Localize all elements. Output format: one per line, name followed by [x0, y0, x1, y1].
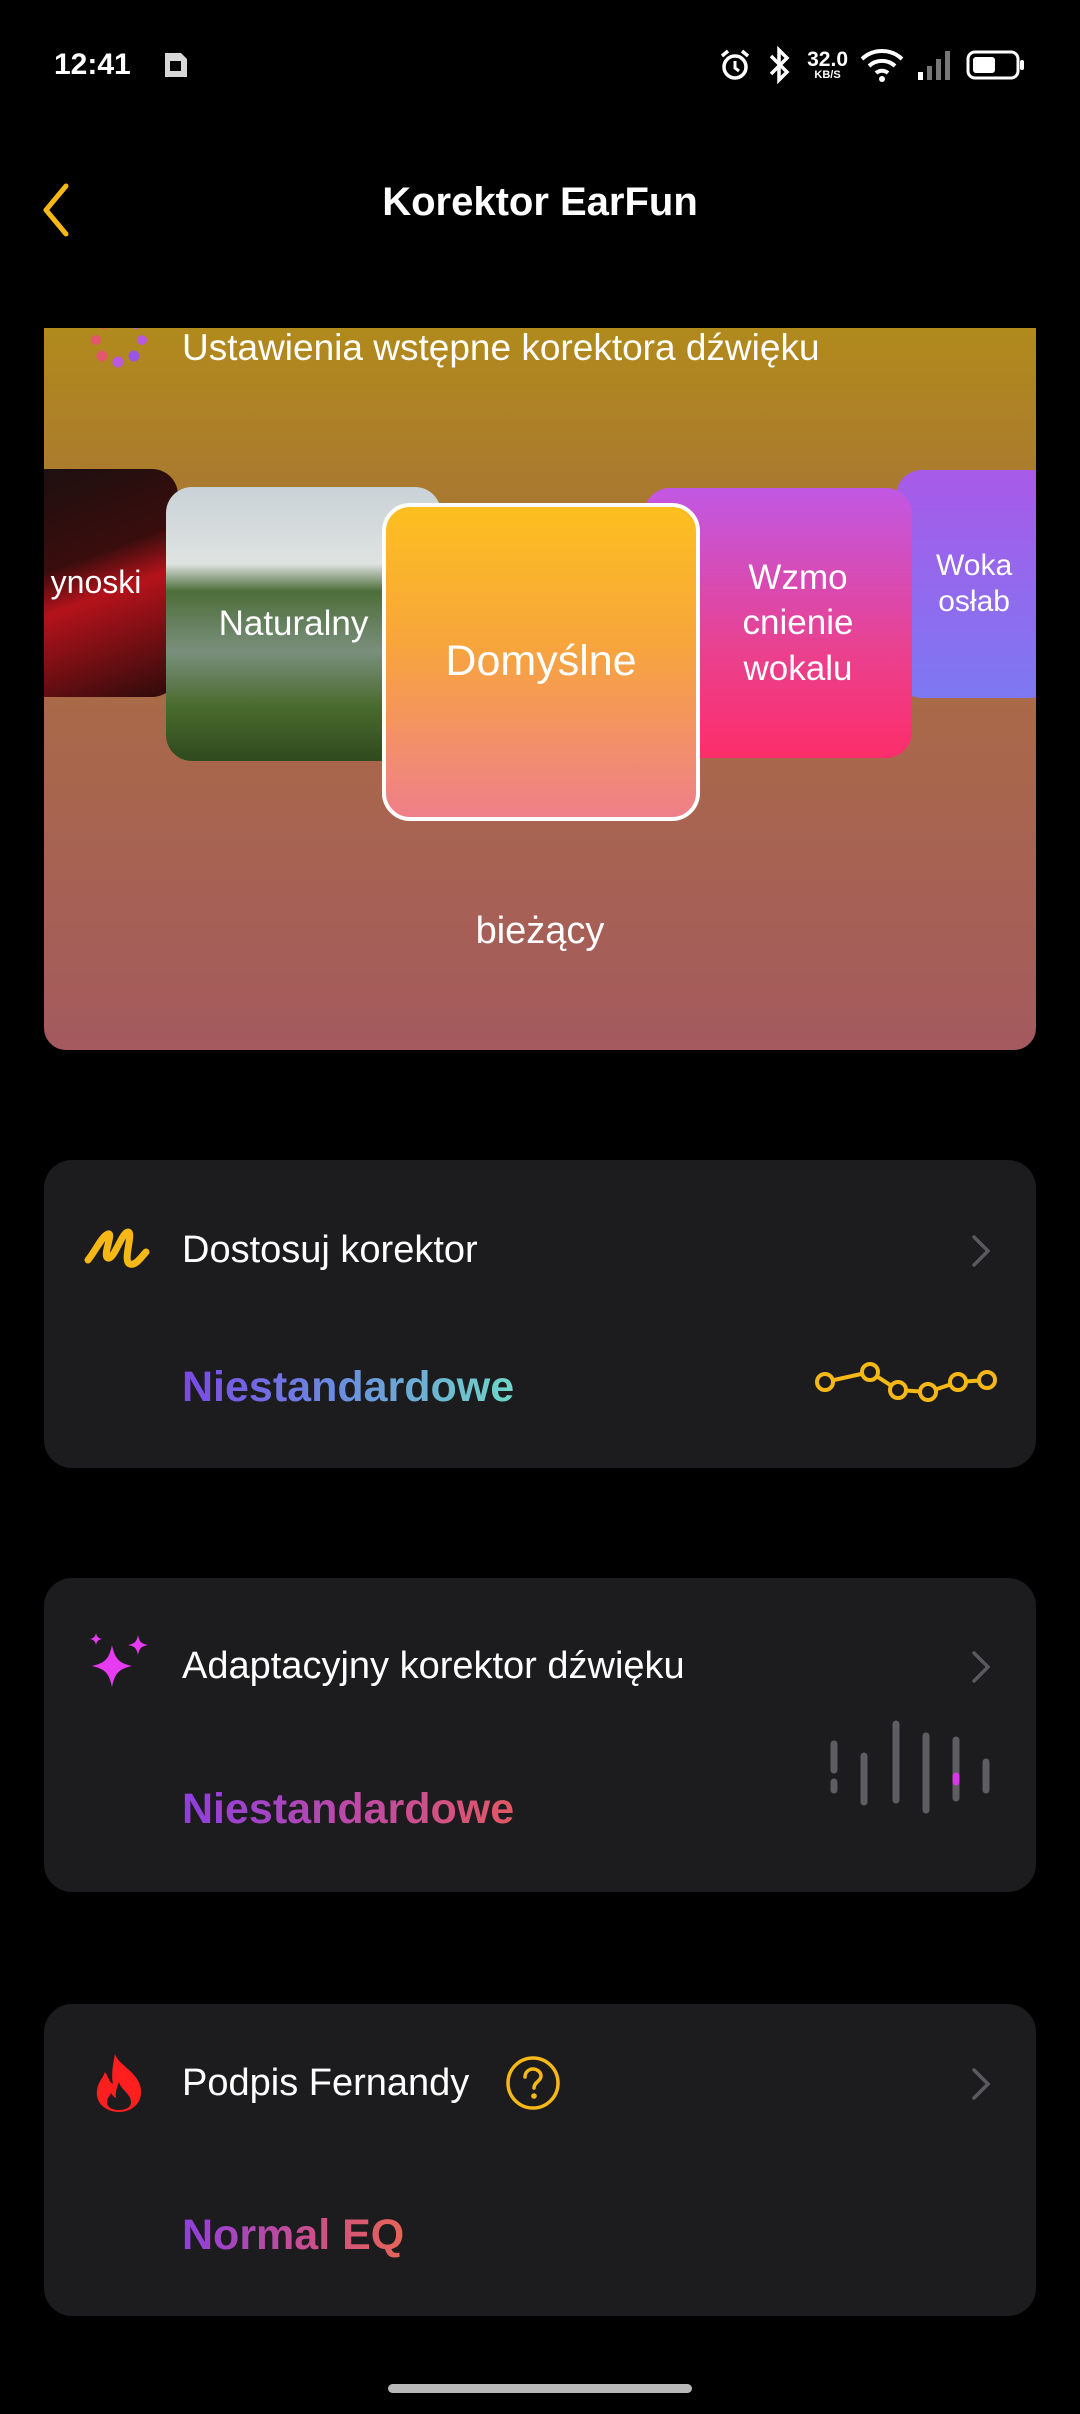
- chevron-right-icon: [972, 1651, 991, 1683]
- adaptive-eq-title: Adaptacyjny korektor dźwięku: [182, 1644, 685, 1687]
- eq-presets-header: Ustawienia wstępne korektora dźwięku: [84, 328, 820, 368]
- bluetooth-icon: [769, 46, 790, 84]
- preset-tile-label: Woka osłab: [936, 549, 1013, 618]
- alarm-icon: [721, 49, 750, 80]
- network-speed-unit: KB/S: [814, 69, 841, 81]
- header: Korektor EarFun: [0, 150, 1080, 260]
- adaptive-eq-value: Niestandardowe: [182, 1785, 515, 1833]
- chevron-right-icon: [972, 2068, 991, 2100]
- squiggle-icon: [84, 1215, 154, 1285]
- sparkle-icon: [84, 1631, 154, 1701]
- network-speed-value: 32.0: [807, 48, 848, 71]
- eq-curve-icon: [815, 1362, 997, 1402]
- signal-icon: [918, 51, 950, 80]
- preset-tile-label: ynoski: [50, 564, 142, 601]
- status-bar: 12:41 32.0 KB/S: [0, 0, 1080, 130]
- preset-tile-vocal-reduce[interactable]: Woka osłab: [896, 470, 1036, 698]
- signature-title: Podpis Fernandy: [182, 2061, 470, 2104]
- status-left: 12:41: [54, 48, 191, 82]
- loading-dots-icon: [91, 328, 147, 368]
- preset-tile-label: Domyślne: [445, 637, 637, 686]
- adaptive-eq-card[interactable]: Adaptacyjny korektor dźwięku Niestandard…: [44, 1578, 1036, 1892]
- current-preset-label: bieżący: [475, 910, 605, 952]
- custom-eq-value: Niestandardowe: [182, 1363, 515, 1411]
- sim-card-icon: [164, 53, 187, 77]
- chevron-right-icon: [972, 1235, 991, 1267]
- home-indicator[interactable]: [388, 2384, 692, 2393]
- adaptive-eq-row: Adaptacyjny korektor dźwięku: [84, 1631, 996, 1701]
- preset-tile-dance[interactable]: ynoski: [44, 469, 178, 697]
- status-right: 32.0 KB/S: [717, 46, 1026, 84]
- eq-presets-title: Ustawienia wstępne korektora dźwięku: [182, 328, 820, 368]
- custom-eq-card[interactable]: Dostosuj korektor Niestandardowe: [44, 1160, 1036, 1468]
- status-time: 12:41: [54, 48, 131, 81]
- battery-icon: [966, 50, 1024, 80]
- preset-tile-label: Naturalny: [218, 604, 369, 644]
- signature-card[interactable]: Podpis Fernandy Normal EQ: [44, 2004, 1036, 2316]
- fire-icon: [84, 2048, 154, 2118]
- custom-eq-row: Dostosuj korektor: [84, 1215, 996, 1285]
- audio-bars-icon: [830, 1720, 990, 1814]
- eq-presets-card: Ustawienia wstępne korektora dźwięku yno…: [44, 328, 1036, 1050]
- preset-tile-default-selected[interactable]: Domyślne: [382, 503, 700, 821]
- signature-value: Normal EQ: [182, 2211, 405, 2259]
- page-title: Korektor EarFun: [382, 180, 698, 224]
- custom-eq-title: Dostosuj korektor: [182, 1228, 478, 1271]
- help-icon[interactable]: [505, 2055, 561, 2111]
- wifi-icon: [860, 49, 904, 82]
- network-speed: 32.0 KB/S: [807, 49, 848, 81]
- preset-tile-label: Wzmo cnienie wokalu: [742, 557, 854, 688]
- signature-row: Podpis Fernandy: [84, 2048, 996, 2118]
